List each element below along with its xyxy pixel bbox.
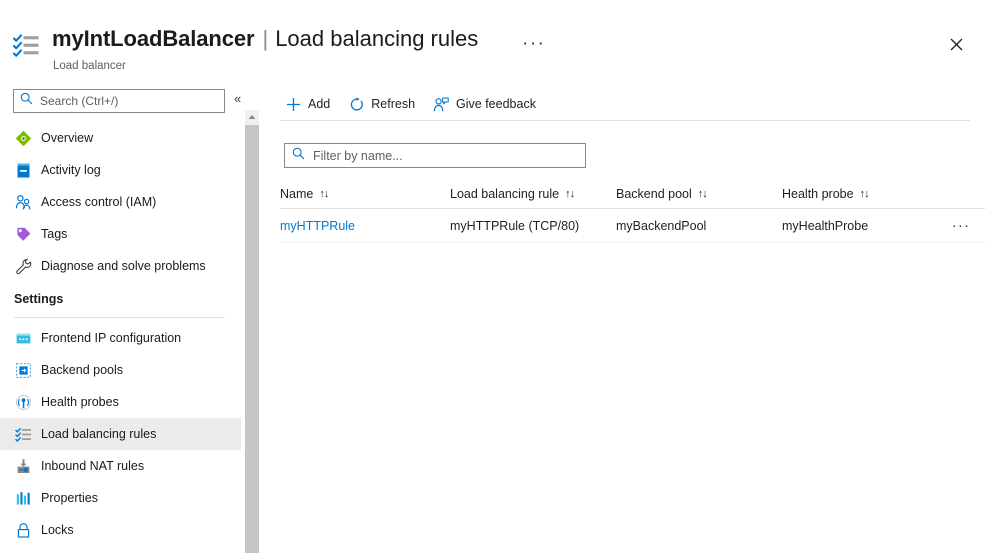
rule-load-balancing-rule: myHTTPRule (TCP/80) [450, 218, 580, 233]
table-row[interactable]: myHTTPRule myHTTPRule (TCP/80) myBackend… [280, 209, 985, 243]
plus-icon [284, 95, 302, 113]
give-feedback-person-icon [432, 95, 450, 113]
more-menu-button[interactable]: ··· [518, 32, 549, 56]
sort-icon: ↑↓ [859, 187, 870, 200]
search-icon [285, 147, 305, 165]
filter-by-name-field[interactable] [284, 143, 586, 168]
sort-icon: ↑↓ [319, 187, 329, 200]
close-icon[interactable] [943, 31, 969, 57]
resource-type-subtitle: Load balancer [53, 60, 126, 72]
blade-content: Add Refresh Give feedback Filter by name… [262, 84, 985, 553]
sidebar-divider [14, 317, 225, 318]
properties-icon [14, 489, 32, 507]
sidebar-item-label: Overview [41, 131, 94, 145]
tags-icon [14, 225, 32, 243]
locks-padlock-icon [14, 521, 32, 539]
sidebar-item-label: Access control (IAM) [41, 195, 157, 209]
blade-page-name: Load balancing rules [275, 26, 479, 51]
sidebar-item-overview[interactable]: Overview [0, 122, 241, 154]
sidebar-nav-list: Overview Activity log Access control (IA… [0, 122, 241, 546]
column-header-name[interactable]: Name ↑↓ [280, 179, 450, 209]
sidebar-item-tags[interactable]: Tags [0, 218, 241, 250]
column-header-backend-pool[interactable]: Backend pool ↑↓ [616, 179, 782, 209]
activity-log-icon [14, 161, 32, 179]
sidebar-scrollbar[interactable] [245, 110, 259, 553]
sidebar-item-diagnose-and-solve-problems[interactable]: Diagnose and solve problems [0, 250, 241, 282]
sidebar-section-settings: Settings [14, 292, 64, 306]
blade-sidebar: « Overview [0, 84, 241, 553]
sidebar-item-health-probes[interactable]: Health probes [0, 386, 241, 418]
refresh-icon [347, 95, 365, 113]
column-header-label: Name [280, 186, 314, 201]
sidebar-search[interactable] [13, 89, 225, 113]
refresh-button-label: Refresh [371, 97, 416, 111]
sidebar-item-label: Diagnose and solve problems [41, 259, 206, 273]
page-title: myIntLoadBalancer | Load balancing rules [52, 26, 478, 52]
sidebar-item-frontend-ip-configuration[interactable]: Frontend IP configuration [0, 322, 241, 354]
sidebar-item-inbound-nat-rules[interactable]: Inbound NAT rules [0, 450, 241, 482]
give-feedback-button-label: Give feedback [456, 97, 536, 111]
sidebar-item-label: Properties [41, 491, 98, 505]
rule-name-link[interactable]: myHTTPRule [280, 219, 450, 233]
column-header-label: Backend pool [616, 186, 692, 201]
resource-name: myIntLoadBalancer [52, 26, 255, 51]
column-header-label: Load balancing rule [450, 186, 560, 201]
access-control-people-icon [14, 193, 32, 211]
sidebar-item-load-balancing-rules[interactable]: Load balancing rules [0, 418, 241, 450]
sidebar-scrollbar-thumb[interactable] [245, 125, 259, 553]
search-icon [14, 92, 33, 110]
column-header-load-balancing-rule[interactable]: Load balancing rule ↑↓ [450, 179, 616, 209]
frontend-ip-icon [14, 329, 32, 347]
wrench-icon [14, 257, 32, 275]
inbound-nat-rules-icon [14, 457, 32, 475]
rule-health-probe: myHealthProbe [782, 218, 869, 233]
sidebar-item-label: Frontend IP configuration [41, 331, 182, 345]
sidebar-item-label: Health probes [41, 395, 119, 409]
sidebar-item-properties[interactable]: Properties [0, 482, 241, 514]
sidebar-item-activity-log[interactable]: Activity log [0, 154, 241, 186]
sidebar-item-locks[interactable]: Locks [0, 514, 241, 546]
give-feedback-button[interactable]: Give feedback [428, 90, 545, 118]
add-button-label: Add [308, 97, 331, 111]
sidebar-item-label: Inbound NAT rules [41, 459, 145, 473]
sidebar-item-label: Load balancing rules [41, 427, 157, 441]
backend-pools-icon [14, 361, 32, 379]
sidebar-item-label: Activity log [41, 163, 101, 177]
filter-input[interactable] [311, 147, 567, 164]
toolbar-divider [280, 120, 970, 121]
add-button[interactable]: Add [280, 90, 339, 118]
sidebar-item-label: Backend pools [41, 363, 124, 377]
sidebar-edge [241, 84, 242, 553]
sidebar-item-label: Locks [41, 523, 74, 537]
rule-backend-pool: myBackendPool [616, 218, 707, 233]
column-header-label: Health probe [782, 186, 854, 201]
row-context-menu-button[interactable]: ··· [949, 216, 973, 236]
sidebar-item-backend-pools[interactable]: Backend pools [0, 354, 241, 386]
search-input[interactable] [38, 93, 206, 109]
sidebar-item-label: Tags [41, 227, 68, 241]
sidebar-item-access-control[interactable]: Access control (IAM) [0, 186, 241, 218]
load-balancing-rules-table: Name ↑↓ Load balancing rule ↑↓ Backend p… [280, 179, 985, 243]
load-balancing-rules-checklist-icon [12, 31, 42, 61]
health-probes-icon [14, 393, 32, 411]
command-toolbar: Add Refresh Give feedback [280, 88, 549, 120]
sort-icon: ↑↓ [565, 187, 575, 200]
table-header-row: Name ↑↓ Load balancing rule ↑↓ Backend p… [280, 179, 985, 209]
overview-diamond-icon [14, 129, 32, 147]
column-header-health-probe[interactable]: Health probe ↑↓ [782, 179, 952, 209]
load-balancing-rules-icon [14, 425, 32, 443]
sort-icon: ↑↓ [697, 187, 708, 200]
azure-portal-blade: myIntLoadBalancer | Load balancing rules… [0, 0, 985, 553]
refresh-button[interactable]: Refresh [343, 90, 424, 118]
scroll-up-arrow-icon[interactable] [245, 110, 259, 124]
title-separator: | [262, 26, 269, 51]
blade-header: myIntLoadBalancer | Load balancing rules… [0, 0, 985, 84]
